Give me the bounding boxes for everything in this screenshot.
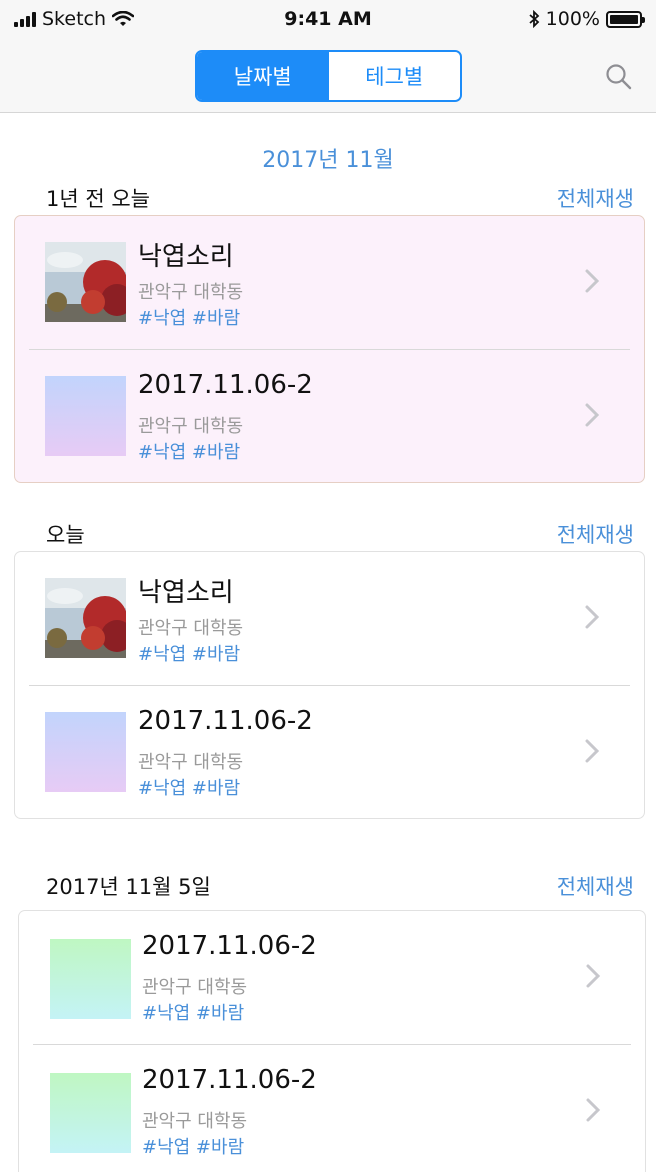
segment-by-tag[interactable]: 테그별 [328, 52, 460, 100]
item-location: 관악구 대학동 [138, 416, 244, 437]
item-location: 관악구 대학동 [142, 1111, 248, 1132]
item-location: 관악구 대학동 [142, 977, 248, 998]
list-item[interactable]: 2017.11.06-2 관악구 대학동 #낙엽 #바람 [19, 911, 645, 1044]
play-all-button[interactable]: 전체재생 [557, 871, 634, 901]
thumbnail-gradient [50, 939, 131, 1019]
segmented-control: 날짜별 테그별 [195, 50, 462, 102]
item-tags[interactable]: #낙엽 #바람 [138, 304, 240, 330]
item-tags[interactable]: #낙엽 #바람 [142, 1133, 244, 1159]
item-tags[interactable]: #낙엽 #바람 [138, 640, 240, 666]
section-title: 오늘 [46, 523, 85, 547]
segment-by-date[interactable]: 날짜별 [197, 52, 329, 100]
section-header-today: 오늘 전체재생 [46, 519, 634, 553]
list-item[interactable]: 낙엽소리 관악구 대학동 #낙엽 #바람 [15, 216, 644, 349]
thumbnail-gradient [45, 712, 126, 792]
item-title: 2017.11.06-2 [142, 1065, 317, 1095]
status-right: 100% [528, 8, 645, 30]
thumbnail-gradient [50, 1073, 131, 1153]
chevron-right-icon [586, 1098, 601, 1122]
section-card-one-year-ago: 낙엽소리 관악구 대학동 #낙엽 #바람 2017.11.06-2 관악구 대학… [14, 215, 645, 483]
chevron-right-icon [585, 739, 600, 763]
chevron-right-icon [585, 269, 600, 293]
item-title: 2017.11.06-2 [142, 931, 317, 961]
section-header-nov-5: 2017년 11월 5일 전체재생 [46, 871, 634, 905]
search-icon[interactable] [604, 62, 634, 92]
item-title: 낙엽소리 [138, 242, 234, 272]
item-title: 낙엽소리 [138, 578, 234, 608]
list-item[interactable]: 2017.11.06-2 관악구 대학동 #낙엽 #바람 [15, 350, 644, 483]
thumbnail-image [45, 242, 126, 322]
item-tags[interactable]: #낙엽 #바람 [138, 438, 240, 464]
status-bar: Sketch 9:41 AM 100% [0, 0, 656, 40]
month-label: 2017년 11월 [262, 148, 394, 173]
thumbnail-gradient [45, 376, 126, 456]
section-card-today: 낙엽소리 관악구 대학동 #낙엽 #바람 2017.11.06-2 관악구 대학… [14, 551, 645, 819]
section-card-nov-5: 2017.11.06-2 관악구 대학동 #낙엽 #바람 2017.11.06-… [18, 910, 646, 1172]
item-title: 2017.11.06-2 [138, 706, 313, 736]
list-item[interactable]: 2017.11.06-2 관악구 대학동 #낙엽 #바람 [15, 686, 644, 819]
thumbnail-image [45, 578, 126, 658]
item-location: 관악구 대학동 [138, 618, 244, 639]
battery-percent: 100% [545, 8, 600, 30]
bluetooth-icon [529, 10, 539, 28]
section-header-one-year-ago: 1년 전 오늘 전체재생 [46, 183, 634, 217]
item-location: 관악구 대학동 [138, 282, 244, 303]
section-title: 1년 전 오늘 [46, 187, 150, 211]
play-all-button[interactable]: 전체재생 [557, 519, 634, 549]
section-title: 2017년 11월 5일 [46, 875, 211, 899]
item-title: 2017.11.06-2 [138, 370, 313, 400]
item-tags[interactable]: #낙엽 #바람 [142, 999, 244, 1025]
chevron-right-icon [585, 605, 600, 629]
play-all-button[interactable]: 전체재생 [557, 183, 634, 213]
list-item[interactable]: 낙엽소리 관악구 대학동 #낙엽 #바람 [15, 552, 644, 685]
chevron-right-icon [585, 403, 600, 427]
list-item[interactable]: 2017.11.06-2 관악구 대학동 #낙엽 #바람 [19, 1045, 645, 1172]
nav-bar: 날짜별 테그별 [0, 40, 656, 113]
battery-icon [606, 10, 645, 28]
item-tags[interactable]: #낙엽 #바람 [138, 774, 240, 800]
item-location: 관악구 대학동 [138, 752, 244, 773]
chevron-right-icon [586, 964, 601, 988]
